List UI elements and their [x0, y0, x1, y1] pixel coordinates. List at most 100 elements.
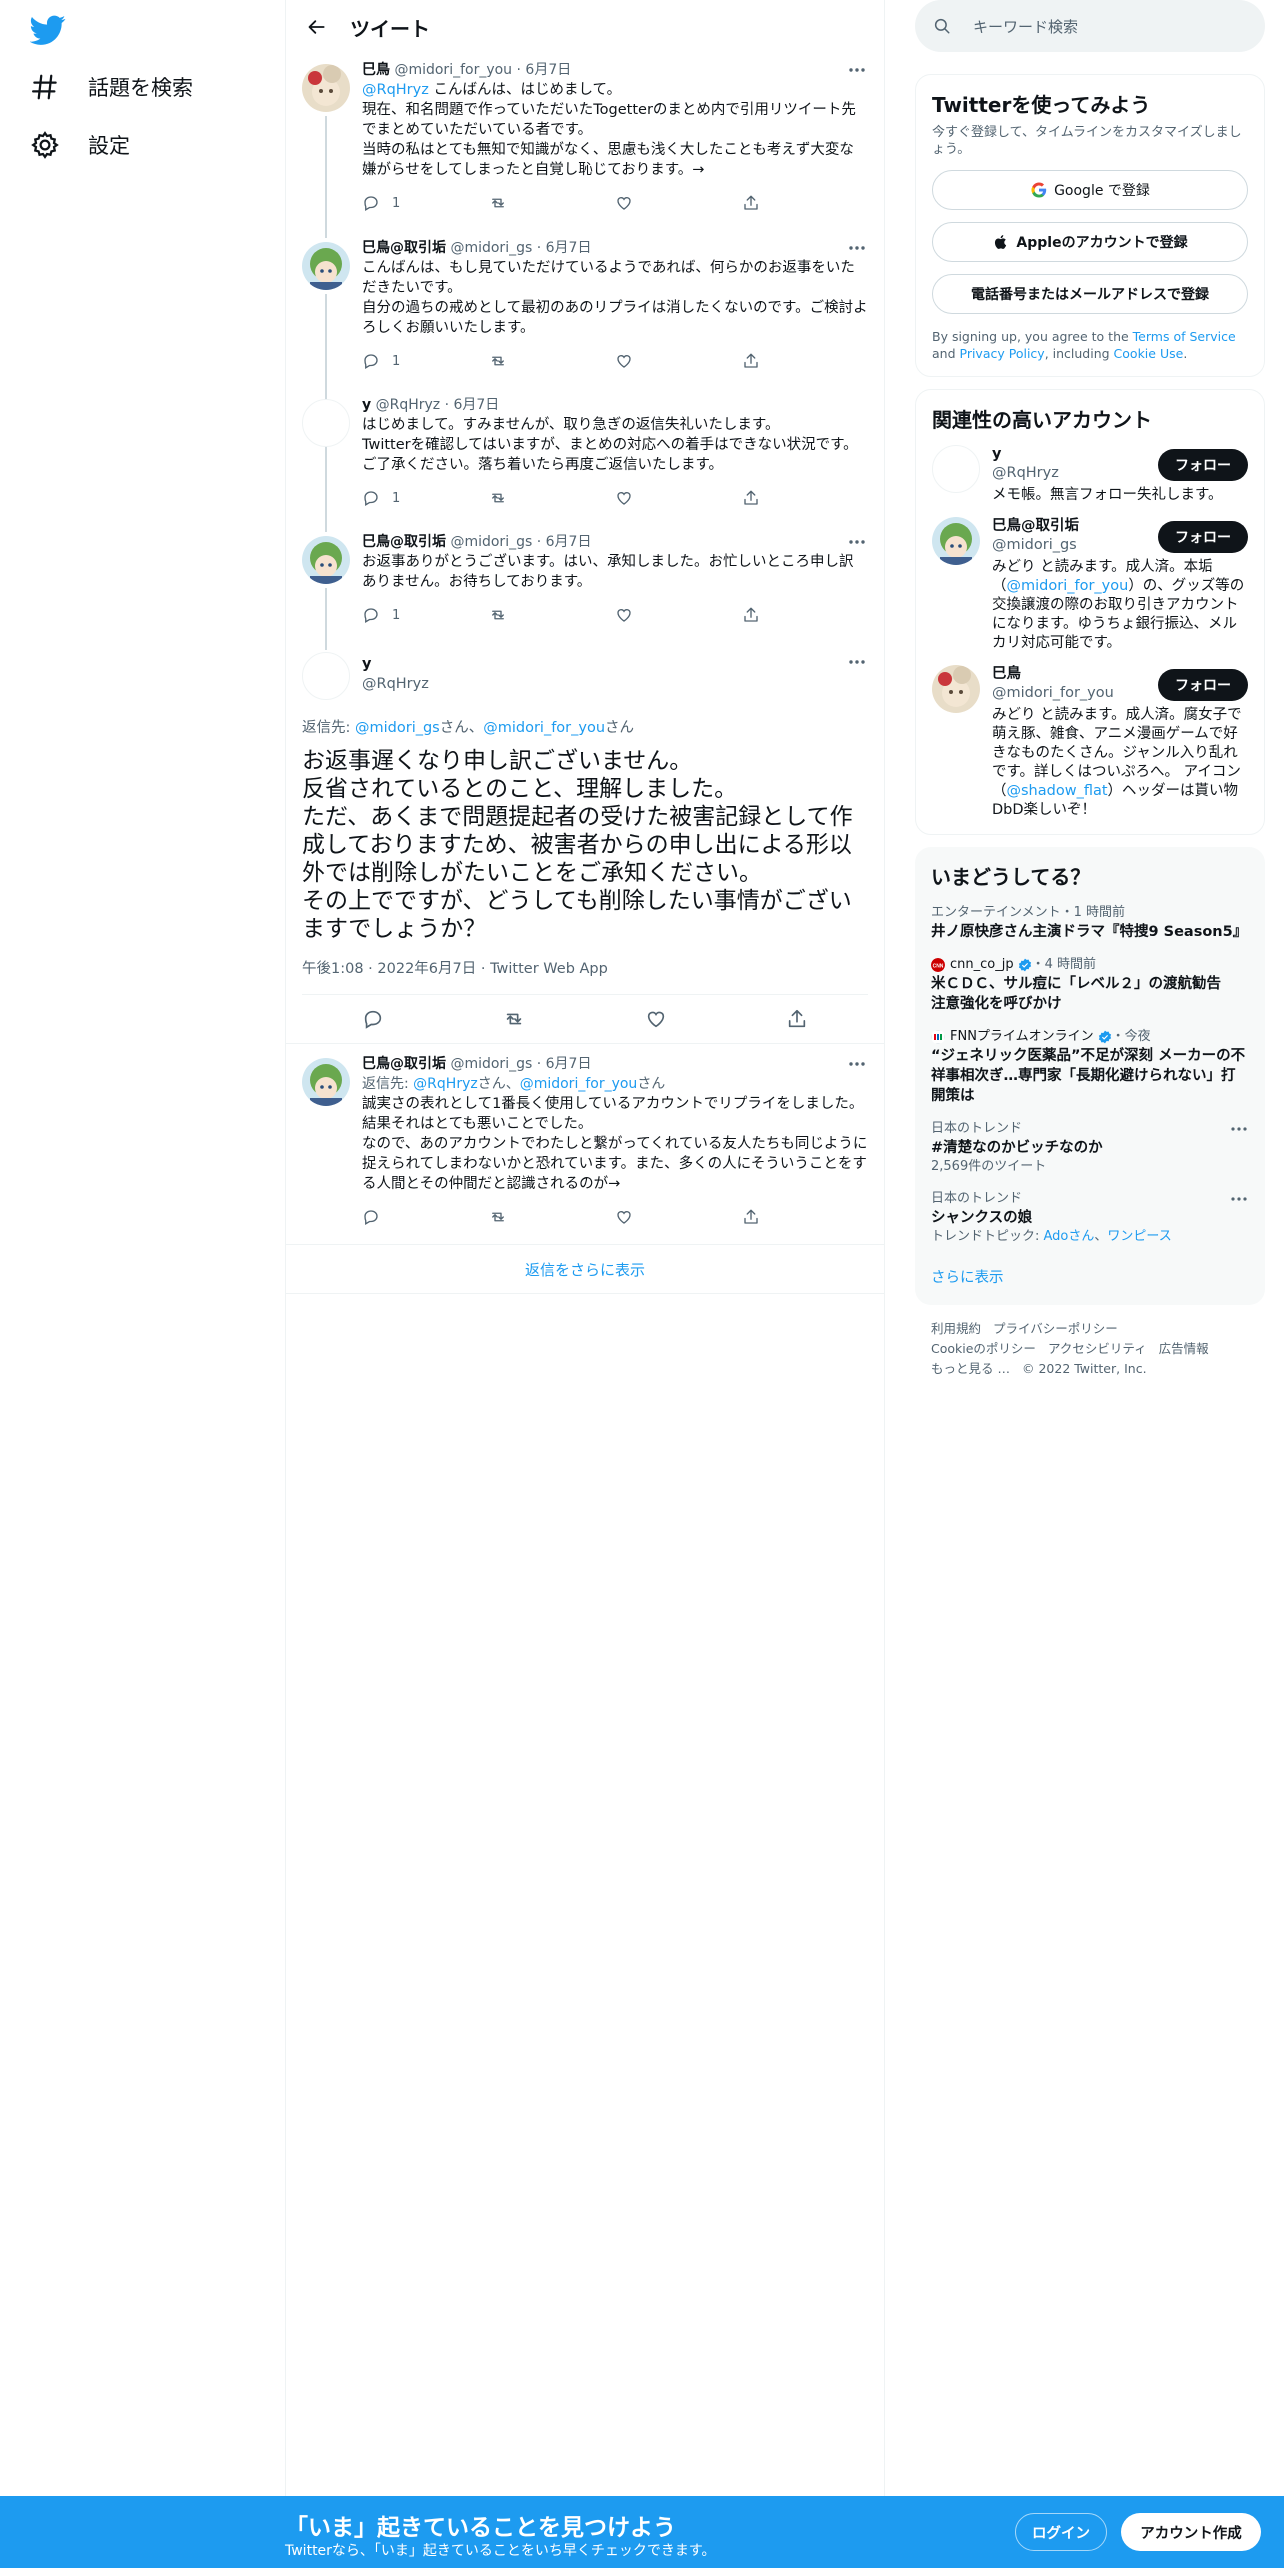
avatar[interactable]: [932, 445, 980, 493]
avatar[interactable]: [302, 1058, 350, 1106]
author-handle[interactable]: @RqHryz: [362, 674, 429, 694]
avatar[interactable]: [302, 399, 350, 447]
terms-link[interactable]: Terms of Service: [1133, 329, 1236, 344]
avatar[interactable]: [302, 64, 350, 112]
more-icon[interactable]: [846, 62, 868, 78]
reply-button[interactable]: 1: [362, 194, 489, 212]
footer-link[interactable]: もっと見る …: [931, 1361, 1010, 1376]
reply-icon[interactable]: [362, 1008, 384, 1030]
like-button[interactable]: [615, 194, 742, 212]
topic-link[interactable]: ワンピース: [1107, 1229, 1171, 1244]
trend-item[interactable]: CNN cnn_co_jp ・4 時間前 米ＣＤＣ、サル痘に「レベル２」の渡航勧…: [931, 956, 1249, 1014]
follow-button[interactable]: フォロー: [1158, 521, 1248, 553]
author-name[interactable]: y: [362, 397, 371, 413]
footer-link[interactable]: アクセシビリティ: [1048, 1341, 1147, 1356]
author-name[interactable]: 巳鳥: [362, 62, 390, 78]
share-button[interactable]: [742, 489, 869, 507]
retweet-button[interactable]: [489, 489, 616, 507]
author-name[interactable]: 巳鳥@取引垢: [362, 534, 446, 550]
back-button[interactable]: [300, 10, 334, 44]
more-icon[interactable]: [846, 1056, 868, 1072]
account-row[interactable]: 巳鳥@取引垢 @midori_gs フォロー みどり と読みます。成人済。本垢（…: [932, 517, 1248, 653]
tweet-date[interactable]: 6月7日: [453, 397, 499, 413]
like-button[interactable]: [615, 489, 742, 507]
avatar[interactable]: [302, 536, 350, 584]
mention-link[interactable]: @shadow_flat: [1007, 783, 1108, 799]
more-icon[interactable]: [846, 240, 868, 256]
tweet-date[interactable]: 6月7日: [546, 1056, 592, 1072]
show-more-trends-link[interactable]: さらに表示: [931, 1266, 1249, 1287]
author-handle[interactable]: @midori_gs: [450, 240, 532, 256]
reply-button[interactable]: 1: [362, 352, 489, 370]
tweet-full-date[interactable]: 2022年6月7日: [377, 961, 476, 977]
author-handle[interactable]: @RqHryz: [376, 397, 441, 413]
create-account-button[interactable]: アカウント作成: [1121, 2513, 1261, 2551]
author-handle[interactable]: @midori_gs: [450, 534, 532, 550]
apple-signup-button[interactable]: Appleのアカウントで登録: [932, 222, 1248, 262]
reply-button[interactable]: 1: [362, 606, 489, 624]
share-button[interactable]: [742, 1208, 869, 1226]
retweet-button[interactable]: [489, 606, 616, 624]
tweet-date[interactable]: 6月7日: [546, 240, 592, 256]
author-name[interactable]: 巳鳥@取引垢: [362, 1056, 446, 1072]
mention-link[interactable]: @midori_for_you: [520, 1076, 638, 1092]
author-handle[interactable]: @midori_gs: [450, 1056, 532, 1072]
reply-button[interactable]: 1: [362, 489, 489, 507]
thread-tweet[interactable]: y @RqHryz · 6月7日 はじめまして。すみませんが、取り急ぎの返信失礼…: [286, 389, 884, 526]
reply-button[interactable]: [362, 1208, 489, 1226]
more-icon[interactable]: [846, 654, 868, 670]
share-icon[interactable]: [786, 1008, 808, 1030]
google-signup-button[interactable]: Google で登録: [932, 170, 1248, 210]
show-more-replies-link[interactable]: 返信をさらに表示: [286, 1244, 884, 1294]
like-button[interactable]: [615, 606, 742, 624]
account-row[interactable]: 巳鳥 @midori_for_you フォロー みどり と読みます。成人済。腐女…: [932, 665, 1248, 820]
mention-link[interactable]: @midori_gs: [355, 720, 440, 736]
avatar[interactable]: [932, 665, 980, 713]
heart-icon[interactable]: [645, 1008, 667, 1030]
trend-item[interactable]: エンターテインメント・1 時間前 井ノ原快彦さん主演ドラマ『特捜9 Season…: [931, 904, 1249, 942]
tweet-time[interactable]: 午後1:08: [302, 961, 364, 977]
retweet-button[interactable]: [489, 352, 616, 370]
share-button[interactable]: [742, 352, 869, 370]
footer-link[interactable]: Cookieのポリシー: [931, 1341, 1036, 1356]
mention-link[interactable]: @midori_for_you: [1007, 578, 1129, 594]
retweet-button[interactable]: [489, 1208, 616, 1226]
trend-item[interactable]: 日本のトレンド シャンクスの娘 トレンドトピック: Adoさん、ワンピース: [931, 1190, 1249, 1246]
account-row[interactable]: y @RqHryz フォロー メモ帳。無言フォロー失礼します。: [932, 445, 1248, 505]
footer-link[interactable]: 広告情報: [1159, 1341, 1209, 1356]
nav-explore[interactable]: 話題を検索: [30, 62, 193, 112]
search-input[interactable]: キーワード検索: [915, 0, 1265, 52]
tweet-date[interactable]: 6月7日: [546, 534, 592, 550]
follow-button[interactable]: フォロー: [1158, 669, 1248, 701]
trend-item[interactable]: FNNプライムオンライン ・今夜 “ジェネリック医薬品”不足が深刻 メーカーの不…: [931, 1028, 1249, 1106]
more-icon[interactable]: [1229, 1192, 1249, 1206]
like-button[interactable]: [615, 352, 742, 370]
reply-tweet[interactable]: 巳鳥@取引垢 @midori_gs · 6月7日 返信先: @RqHryzさん、…: [286, 1044, 884, 1244]
mention-link[interactable]: @RqHryz: [413, 1076, 478, 1092]
author-name[interactable]: y: [362, 654, 429, 674]
avatar[interactable]: [302, 242, 350, 290]
mention-link[interactable]: @RqHryz: [362, 82, 429, 98]
tweet-date[interactable]: 6月7日: [525, 62, 571, 78]
avatar[interactable]: [302, 652, 350, 700]
thread-tweet[interactable]: 巳鳥@取引垢 @midori_gs · 6月7日 こんばんは、もし見ていただけて…: [286, 232, 884, 394]
topic-link[interactable]: Adoさん: [1044, 1229, 1095, 1244]
retweet-icon[interactable]: [503, 1008, 525, 1030]
retweet-button[interactable]: [489, 194, 616, 212]
cookie-link[interactable]: Cookie Use: [1114, 346, 1184, 361]
footer-link[interactable]: プライバシーポリシー: [993, 1321, 1118, 1336]
mention-link[interactable]: @midori_for_you: [483, 720, 605, 736]
twitter-bird-icon[interactable]: [30, 12, 66, 48]
nav-settings[interactable]: 設定: [30, 120, 130, 170]
thread-tweet[interactable]: 巳鳥@取引垢 @midori_gs · 6月7日 お返事ありがとうございます。は…: [286, 526, 884, 648]
privacy-link[interactable]: Privacy Policy: [960, 346, 1045, 361]
avatar[interactable]: [932, 517, 980, 565]
author-name[interactable]: 巳鳥@取引垢: [362, 240, 446, 256]
footer-link[interactable]: 利用規約: [931, 1321, 981, 1336]
author-handle[interactable]: @midori_for_you: [394, 62, 512, 78]
more-icon[interactable]: [1229, 1122, 1249, 1136]
phone-email-signup-button[interactable]: 電話番号またはメールアドレスで登録: [932, 274, 1248, 314]
trend-item[interactable]: 日本のトレンド #清楚なのかビッチなのか 2,569件のツイート: [931, 1120, 1249, 1176]
follow-button[interactable]: フォロー: [1158, 449, 1248, 481]
thread-tweet[interactable]: 巳鳥 @midori_for_you · 6月7日 @RqHryz こんばんは、…: [286, 54, 884, 236]
